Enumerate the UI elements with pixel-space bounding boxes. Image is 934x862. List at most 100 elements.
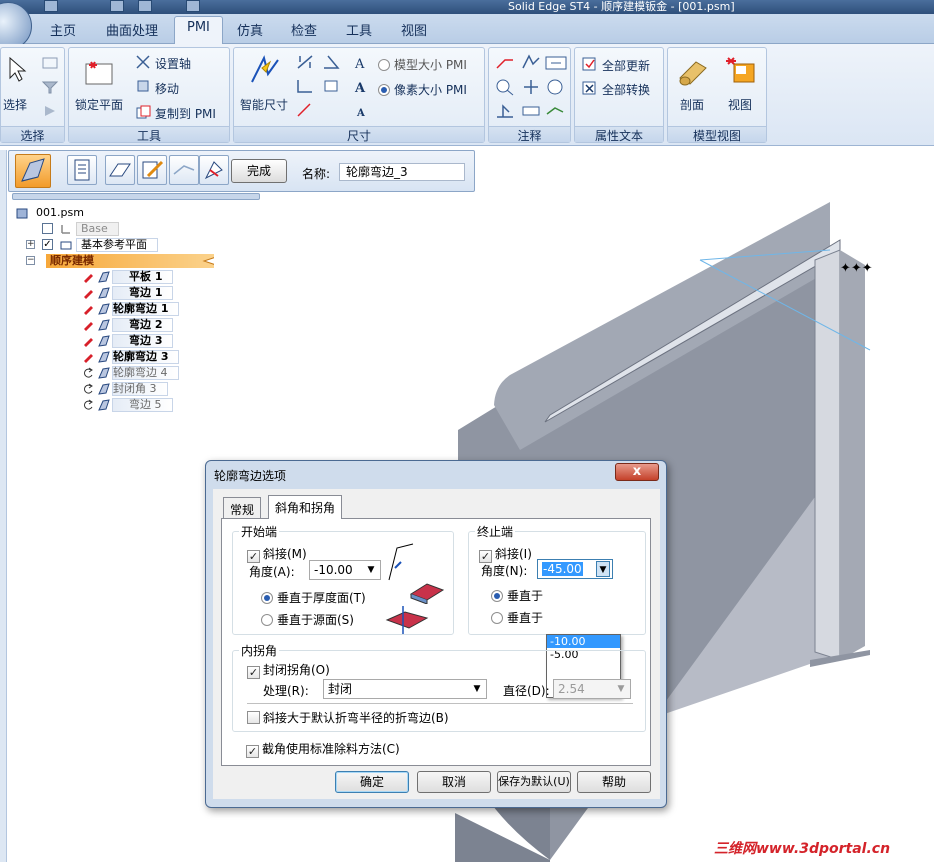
undo-icon[interactable] — [110, 0, 124, 12]
tab-miter-corner[interactable]: 斜角和拐角 — [268, 495, 343, 519]
std-relief-checkbox[interactable]: ✓ 截角使用标准除料方法(C) — [246, 740, 400, 758]
redo-icon[interactable] — [138, 0, 152, 12]
ref-planes-expand-icon[interactable]: + — [26, 240, 35, 249]
command-bar-grip[interactable] — [12, 193, 260, 200]
tree-feature-label: 封闭角 3 — [112, 382, 168, 396]
options-button[interactable] — [199, 155, 229, 185]
dropdown-option[interactable]: -10.00 — [547, 635, 620, 648]
sheet-metal-feature-icon — [98, 383, 110, 395]
move-icon — [137, 80, 149, 92]
pick-icon[interactable] — [41, 104, 59, 118]
chevron-down-icon[interactable]: ▼ — [596, 561, 610, 577]
tab-tools[interactable]: 工具 — [346, 20, 372, 39]
start-normal-thickness-radio[interactable]: 垂直于厚度面(T) — [261, 589, 366, 606]
datum-frame-icon[interactable] — [521, 102, 541, 120]
extent-step-button[interactable] — [169, 155, 199, 185]
diameter-label: 直径(D): — [503, 684, 550, 698]
chamfer-dimension-icon[interactable] — [296, 102, 314, 118]
callout-icon[interactable] — [495, 54, 515, 72]
balloon-icon[interactable] — [495, 78, 515, 96]
tab-surfacing[interactable]: 曲面处理 — [106, 20, 158, 39]
tree-feature-label: 弯边 5 — [112, 398, 173, 412]
finish-angle-combo[interactable]: -45.00 ▼ — [537, 559, 613, 579]
copy-to-pmi-button[interactable]: 复制到 PMI — [155, 105, 216, 122]
plane-step-button[interactable] — [105, 155, 135, 185]
ref-planes-visibility-checkbox[interactable]: ✓ — [42, 239, 53, 250]
save-default-button[interactable]: 保存为默认(U) — [497, 771, 571, 793]
finish-button[interactable]: 完成 — [231, 159, 287, 183]
text-scale-icon[interactable]: A — [354, 56, 370, 70]
ok-button[interactable]: 确定 — [335, 771, 409, 793]
pixel-size-pmi-option[interactable]: 像素大小 PMI — [378, 81, 467, 98]
start-angle-value: -10.00 — [314, 563, 353, 577]
symmetric-diameter-icon[interactable] — [322, 78, 340, 94]
select-button[interactable]: 选择 — [3, 96, 27, 113]
draw-profile-button[interactable] — [137, 155, 167, 185]
leader-icon[interactable] — [545, 102, 565, 120]
distance-between-icon[interactable] — [296, 54, 314, 70]
finish-normal-thickness-radio[interactable]: 垂直于 — [491, 587, 543, 604]
tab-general[interactable]: 常规 — [223, 497, 262, 518]
sheet-metal-feature-icon — [98, 287, 110, 299]
feature-name-input[interactable]: 轮廓弯边_3 — [339, 163, 465, 181]
start-normal-source-radio[interactable]: 垂直于源面(S) — [261, 611, 354, 628]
treatment-combo[interactable]: 封闭 ▼ — [323, 679, 487, 699]
convert-all-button[interactable]: 全部转换 — [602, 81, 650, 98]
docking-strip — [0, 150, 7, 862]
edit-pencil-icon — [82, 287, 94, 299]
miter-bend-checkbox[interactable]: 斜接大于默认折弯半径的折弯边(B) — [247, 709, 449, 726]
cancel-button[interactable]: 取消 — [417, 771, 491, 793]
lock-plane-button[interactable]: 锁定平面 — [75, 96, 123, 113]
funnel-icon[interactable] — [41, 80, 59, 94]
dialog-body: 常规 斜角和拐角 开始端 ✓ 斜接(M) 角度(A): -10.00 ▼ 垂直于厚度… — [213, 489, 660, 799]
tab-pmi[interactable]: PMI — [174, 16, 223, 45]
start-normal-thickness-label: 垂直于厚度面(T) — [277, 591, 366, 605]
profile-list-icon — [74, 159, 90, 181]
print-icon[interactable] — [186, 0, 200, 12]
select-arrow-icon — [9, 56, 27, 82]
select-profile-button[interactable] — [67, 155, 97, 185]
tab-view[interactable]: 视图 — [401, 20, 427, 39]
datum-target-icon[interactable] — [521, 78, 541, 96]
section-button[interactable]: 剖面 — [680, 96, 704, 113]
select-filter-icon[interactable] — [41, 56, 59, 70]
edit-pencil-icon — [82, 303, 94, 315]
tab-home[interactable]: 主页 — [50, 20, 76, 39]
rollback-marker-icon — [202, 257, 214, 265]
finish-normal-source-radio[interactable]: 垂直于 — [491, 609, 543, 626]
start-angle-combo[interactable]: -10.00 ▼ — [309, 560, 381, 580]
tab-simulation[interactable]: 仿真 — [237, 20, 263, 39]
contour-flange-options-dialog: 轮廓弯边选项 x 常规 斜角和拐角 开始端 ✓ 斜接(M) 角度(A): -10.… — [205, 460, 667, 808]
save-icon[interactable] — [44, 0, 58, 12]
close-corner-checkbox[interactable]: ✓ 封闭拐角(O) — [247, 661, 330, 679]
surface-texture-icon[interactable] — [521, 54, 541, 72]
edge-condition-icon[interactable] — [545, 78, 565, 96]
sequence-collapse-icon[interactable]: − — [26, 256, 35, 265]
diameter-combo[interactable]: 2.54 ▼ — [553, 679, 631, 699]
coordinate-dimension-icon[interactable] — [296, 78, 314, 94]
update-all-button[interactable]: 全部更新 — [602, 57, 650, 74]
help-button[interactable]: 帮助 — [577, 771, 651, 793]
view-button[interactable]: 视图 — [728, 96, 752, 113]
model-size-pmi-option[interactable]: 模型大小 PMI — [378, 56, 467, 73]
watermark: 三维网www.3dportal.cn — [714, 841, 891, 857]
contour-flange-step-button[interactable] — [15, 154, 51, 188]
inner-corner-separator — [247, 703, 633, 704]
base-visibility-checkbox[interactable] — [42, 223, 53, 234]
window-title: Solid Edge ST4 - 顺序建模钣金 - [001.psm] — [508, 0, 735, 13]
set-axis-button[interactable]: 设置轴 — [155, 55, 191, 72]
dialog-close-button[interactable]: x — [615, 463, 659, 481]
start-miter-checkbox[interactable]: ✓ 斜接(M) — [247, 545, 307, 563]
tab-inspect[interactable]: 检查 — [291, 20, 317, 39]
text-size-up-icon[interactable]: A — [354, 80, 370, 94]
move-button[interactable]: 移动 — [155, 80, 179, 97]
finish-miter-checkbox[interactable]: ✓ 斜接(I) — [479, 545, 532, 563]
angle-between-icon[interactable] — [322, 54, 340, 70]
weld-symbol-icon[interactable] — [495, 102, 515, 120]
group-model-view-label: 模型视图 — [668, 126, 766, 143]
model-right-flange — [814, 249, 841, 661]
model-right-edge — [840, 250, 865, 660]
smart-dimension-button[interactable]: 智能尺寸 — [240, 96, 288, 113]
text-size-down-icon[interactable]: A — [354, 104, 370, 118]
feature-control-frame-icon[interactable] — [545, 54, 567, 72]
